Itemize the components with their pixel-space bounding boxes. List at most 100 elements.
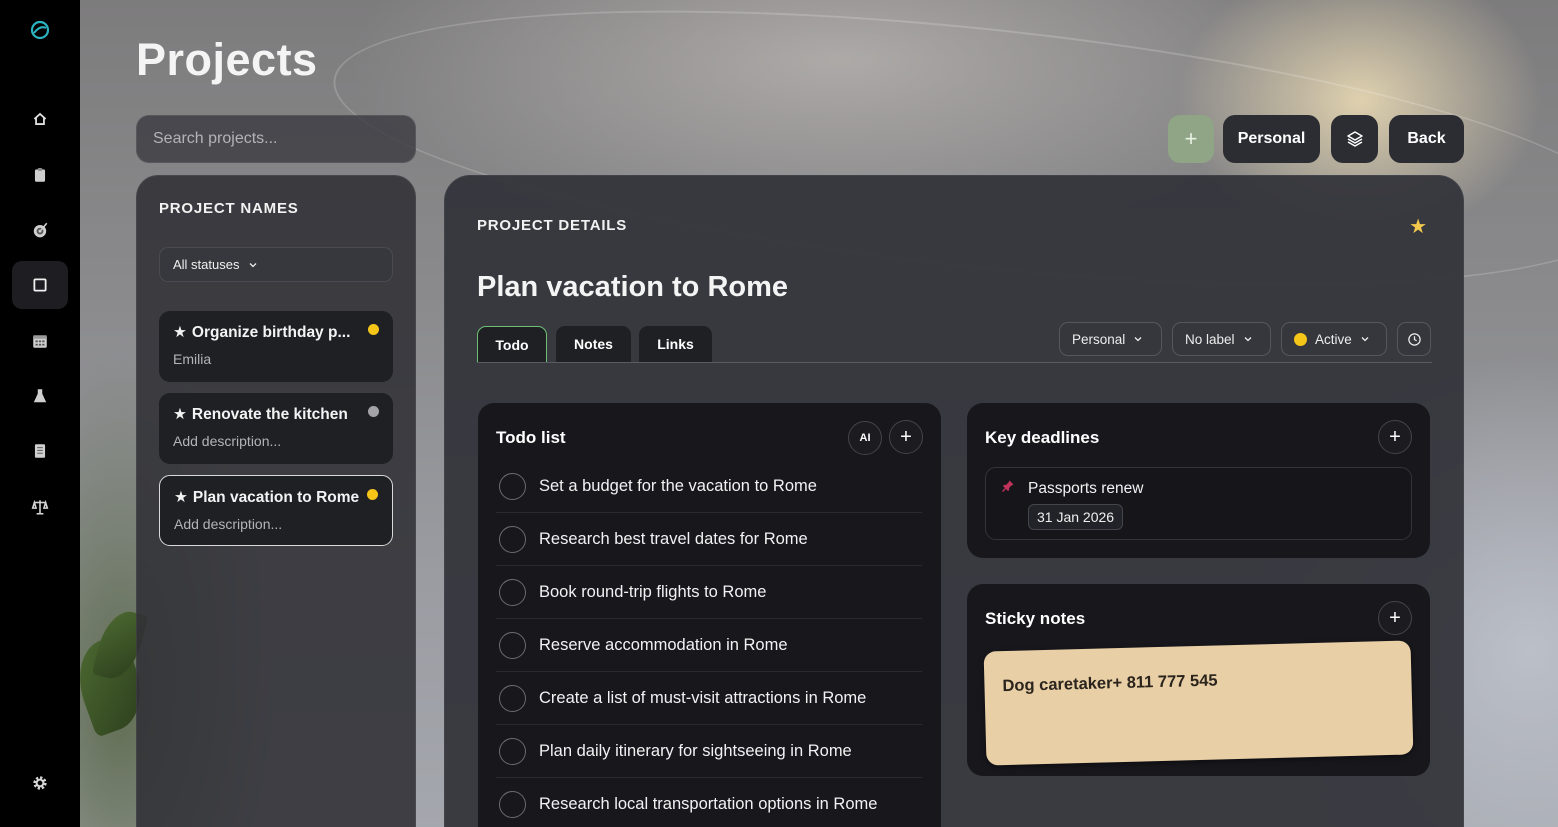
add-project-button[interactable]: + bbox=[1168, 115, 1214, 163]
todo-list-card: Todo list AI + Set a budget for the vaca… bbox=[478, 403, 941, 827]
label-value: No label bbox=[1185, 331, 1235, 347]
sidebar-item-flask[interactable] bbox=[12, 372, 68, 420]
square-icon bbox=[33, 278, 47, 292]
tab-links[interactable]: Links bbox=[639, 326, 712, 362]
app-logo-icon[interactable] bbox=[29, 19, 51, 41]
project-name: Plan vacation to Rome bbox=[192, 488, 360, 506]
deadline-date-badge: 31 Jan 2026 bbox=[1028, 504, 1124, 530]
search-input[interactable] bbox=[136, 115, 416, 163]
todo-item: Plan daily itinerary for sightseeing in … bbox=[496, 725, 922, 778]
sticky-note-text: Dog caretaker+ 811 777 545 bbox=[1002, 671, 1218, 696]
todo-text[interactable]: Research local transportation options in… bbox=[539, 795, 877, 814]
star-icon[interactable]: ★ bbox=[173, 323, 187, 342]
sidebar-item-settings[interactable] bbox=[12, 759, 68, 807]
page-title: Projects bbox=[136, 34, 318, 85]
todo-list-title: Todo list bbox=[496, 428, 566, 447]
chevron-down-icon bbox=[1361, 337, 1369, 342]
scale-icon bbox=[31, 499, 49, 515]
chevron-down-icon bbox=[250, 262, 257, 267]
sidebar-item-clipboard[interactable] bbox=[12, 151, 68, 199]
chevron-down-icon bbox=[1244, 337, 1251, 342]
todo-item: Create a list of must-visit attractions … bbox=[496, 672, 922, 725]
project-card[interactable]: ★ Plan vacation to Rome Add description..… bbox=[159, 475, 393, 546]
layers-button[interactable] bbox=[1331, 115, 1378, 163]
todo-text[interactable]: Create a list of must-visit attractions … bbox=[539, 689, 866, 708]
tab-notes[interactable]: Notes bbox=[556, 326, 631, 362]
todo-text[interactable]: Reserve accommodation in Rome bbox=[539, 636, 788, 655]
project-names-heading: PROJECT NAMES bbox=[159, 200, 299, 217]
calendar-icon bbox=[33, 335, 47, 348]
project-title: Plan vacation to Rome bbox=[477, 271, 789, 303]
project-details-heading: PROJECT DETAILS bbox=[477, 217, 628, 234]
status-dot bbox=[367, 489, 378, 500]
project-card[interactable]: ★ Organize birthday p... Emilia bbox=[159, 311, 393, 382]
star-icon[interactable]: ★ bbox=[173, 405, 187, 424]
todo-text[interactable]: Set a budget for the vacation to Rome bbox=[539, 477, 817, 496]
home-icon bbox=[33, 112, 47, 125]
back-button[interactable]: Back bbox=[1389, 115, 1464, 163]
history-button[interactable] bbox=[1397, 322, 1431, 356]
chevron-down-icon bbox=[1134, 337, 1142, 342]
todo-item: Book round-trip flights to Rome bbox=[496, 566, 922, 619]
key-deadlines-title: Key deadlines bbox=[985, 428, 1100, 447]
flask-icon bbox=[33, 389, 47, 403]
add-todo-button[interactable]: + bbox=[889, 420, 923, 454]
sticky-notes-title: Sticky notes bbox=[985, 609, 1086, 628]
status-filter-dropdown[interactable]: All statuses bbox=[159, 247, 393, 282]
todo-checkbox[interactable] bbox=[499, 737, 526, 765]
status-value: Active bbox=[1315, 331, 1352, 347]
todo-checkbox[interactable] bbox=[499, 472, 526, 500]
sidebar-item-home[interactable] bbox=[12, 95, 68, 143]
layers-icon bbox=[1346, 131, 1363, 147]
todo-checkbox[interactable] bbox=[499, 790, 526, 818]
star-icon[interactable]: ★ bbox=[174, 488, 188, 507]
label-dropdown[interactable]: No label bbox=[1172, 322, 1271, 356]
category-label: Personal bbox=[1072, 331, 1126, 347]
target-icon bbox=[33, 222, 48, 238]
favorite-star-icon[interactable]: ★ bbox=[1409, 214, 1427, 239]
project-details-panel: PROJECT DETAILS ★ Plan vacation to Rome … bbox=[444, 175, 1464, 827]
todo-item: Set a budget for the vacation to Rome bbox=[496, 460, 922, 513]
todo-checkbox[interactable] bbox=[499, 525, 526, 553]
plus-icon: + bbox=[900, 425, 912, 448]
todo-item: Research best travel dates for Rome bbox=[496, 513, 922, 566]
plus-icon: + bbox=[1389, 425, 1401, 448]
sidebar-item-calendar[interactable] bbox=[12, 317, 68, 365]
project-description: Emilia bbox=[173, 351, 212, 367]
sidebar-item-projects[interactable] bbox=[12, 261, 68, 309]
sticky-note[interactable]: Dog caretaker+ 811 777 545 bbox=[983, 640, 1414, 766]
todo-checkbox[interactable] bbox=[499, 578, 526, 606]
status-filter-label: All statuses bbox=[173, 257, 240, 272]
sidebar-item-target[interactable] bbox=[12, 206, 68, 254]
sidebar-item-document[interactable] bbox=[12, 427, 68, 475]
status-dropdown[interactable]: Active bbox=[1281, 322, 1387, 356]
todo-checkbox[interactable] bbox=[499, 684, 526, 712]
ai-button[interactable]: AI bbox=[848, 421, 882, 455]
status-dot bbox=[368, 406, 379, 417]
project-list-panel: PROJECT NAMES All statuses ★ Organize bir… bbox=[136, 175, 416, 827]
todo-text[interactable]: Plan daily itinerary for sightseeing in … bbox=[539, 742, 852, 761]
todo-checkbox[interactable] bbox=[499, 631, 526, 659]
project-card[interactable]: ★ Renovate the kitchen Add description... bbox=[159, 393, 393, 464]
todo-text[interactable]: Research best travel dates for Rome bbox=[539, 530, 808, 549]
plus-icon: + bbox=[1184, 126, 1198, 151]
todo-text[interactable]: Book round-trip flights to Rome bbox=[539, 583, 766, 602]
status-dot bbox=[368, 324, 379, 335]
sidebar-item-scale[interactable] bbox=[12, 483, 68, 531]
project-name: Organize birthday p... bbox=[191, 323, 351, 341]
add-deadline-button[interactable]: + bbox=[1378, 420, 1412, 454]
tab-todo[interactable]: Todo bbox=[477, 326, 547, 362]
deadline-item[interactable]: Passports renew 31 Jan 2026 bbox=[985, 467, 1412, 540]
add-sticky-note-button[interactable]: + bbox=[1378, 601, 1412, 635]
clock-icon bbox=[1407, 332, 1421, 346]
todo-item: Reserve accommodation in Rome bbox=[496, 619, 922, 672]
main-area: Projects + Personal Back PROJECT NAMES A… bbox=[80, 0, 1558, 827]
sticky-notes-card: Sticky notes + Dog caretaker+ 811 777 54… bbox=[967, 584, 1430, 776]
plus-icon: + bbox=[1389, 606, 1401, 629]
clipboard-icon bbox=[34, 168, 46, 182]
personal-button[interactable]: Personal bbox=[1223, 115, 1320, 163]
category-dropdown[interactable]: Personal bbox=[1059, 322, 1162, 356]
gear-icon bbox=[33, 776, 47, 790]
tab-divider bbox=[477, 362, 1432, 363]
deadline-name: Passports renew bbox=[1028, 480, 1144, 497]
